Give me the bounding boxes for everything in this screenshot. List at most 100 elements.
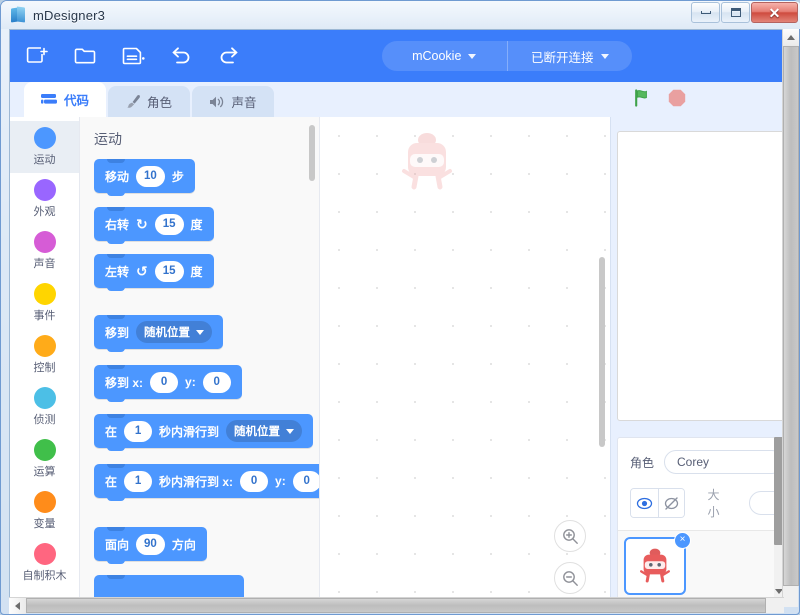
block-input-degrees[interactable]: 15: [155, 261, 184, 282]
category-events[interactable]: 事件: [10, 277, 79, 329]
block-input-degrees[interactable]: 15: [155, 214, 184, 235]
category-looks[interactable]: 外观: [10, 173, 79, 225]
block-text: y:: [275, 474, 286, 488]
eye-hidden-icon[interactable]: [658, 489, 685, 517]
block-input-y[interactable]: 0: [203, 372, 231, 393]
paintbrush-icon: [126, 94, 141, 109]
category-label: 声音: [34, 255, 56, 271]
tab-costumes[interactable]: 角色: [108, 86, 190, 117]
category-label: 控制: [34, 359, 56, 375]
tab-costumes-label: 角色: [147, 92, 172, 111]
tab-code[interactable]: 代码: [24, 82, 106, 117]
block-text: 在: [105, 473, 117, 490]
block-move-steps[interactable]: 移动 10 步: [94, 159, 195, 193]
save-icon[interactable]: [120, 43, 146, 69]
stop-button[interactable]: [667, 88, 687, 113]
category-label: 运动: [34, 151, 56, 167]
delete-sprite-icon[interactable]: ×: [674, 532, 691, 549]
device-selector-label: mCookie: [412, 49, 461, 63]
palette-scrollbar[interactable]: [309, 125, 315, 181]
window-controls: ✕: [690, 2, 798, 23]
sprite-info-panel: 角色 Corey: [617, 437, 784, 602]
block-glide-target[interactable]: 在 1 秒内滑行到 随机位置: [94, 414, 313, 448]
app-client-area: mCookie 已断开连接 代码: [9, 29, 784, 607]
category-color-dot: [34, 439, 56, 461]
tab-sounds-label: 声音: [231, 92, 256, 111]
scrollbar-thumb[interactable]: [26, 598, 766, 613]
new-file-icon[interactable]: [24, 43, 50, 69]
close-button[interactable]: ✕: [751, 2, 798, 23]
app-logo-icon: [10, 7, 26, 23]
category-label: 侦测: [34, 411, 56, 427]
category-variables[interactable]: 变量: [10, 485, 79, 537]
category-color-dot: [34, 127, 56, 149]
window-vertical-scrollbar[interactable]: [782, 29, 798, 607]
category-operators[interactable]: 运算: [10, 433, 79, 485]
chevron-down-icon: [601, 54, 609, 59]
app-toolbar: mCookie 已断开连接: [10, 30, 784, 82]
category-color-dot: [34, 387, 56, 409]
block-input-steps[interactable]: 10: [136, 166, 165, 187]
block-text: 秒内滑行到 x:: [159, 473, 233, 490]
block-input-x[interactable]: 0: [240, 471, 268, 492]
block-goto-target[interactable]: 移到 随机位置: [94, 315, 223, 349]
workspace-vertical-scrollbar[interactable]: [599, 257, 605, 447]
block-dropdown-target[interactable]: 随机位置: [136, 321, 212, 343]
connection-status-selector[interactable]: 已断开连接: [507, 41, 633, 71]
stage-canvas[interactable]: [617, 131, 784, 421]
eye-visible-icon[interactable]: [631, 489, 658, 517]
green-flag-button[interactable]: [633, 88, 653, 113]
category-label: 外观: [34, 203, 56, 219]
category-sound[interactable]: 声音: [10, 225, 79, 277]
zoom-in-button[interactable]: [554, 520, 586, 552]
connection-toolbar-group: mCookie 已断开连接: [382, 41, 632, 71]
block-dropdown-target[interactable]: 随机位置: [226, 420, 302, 442]
chevron-down-icon: [196, 330, 204, 335]
minimize-button[interactable]: [691, 2, 720, 23]
block-text: 度: [191, 216, 203, 233]
block-input-seconds[interactable]: 1: [124, 421, 152, 442]
category-control[interactable]: 控制: [10, 329, 79, 381]
code-blocks-icon: [41, 93, 58, 107]
code-workspace[interactable]: [320, 117, 610, 607]
block-glide-xy[interactable]: 在 1 秒内滑行到 x: 0 y: 0: [94, 464, 320, 498]
scroll-up-arrow-icon[interactable]: [783, 29, 799, 46]
maximize-button[interactable]: [721, 2, 750, 23]
device-selector[interactable]: mCookie: [382, 41, 507, 71]
category-motion[interactable]: 运动: [10, 121, 79, 173]
block-input-y[interactable]: 0: [293, 471, 320, 492]
speaker-icon: [209, 95, 225, 109]
sprite-thumbnail-corey[interactable]: ×: [624, 537, 686, 595]
redo-icon[interactable]: [216, 43, 242, 69]
sprite-list: ×: [618, 530, 784, 602]
window-horizontal-scrollbar[interactable]: [9, 597, 784, 613]
block-input-direction[interactable]: 90: [136, 534, 165, 555]
block-point-direction[interactable]: 面向 90 方向: [94, 527, 207, 561]
category-sensing[interactable]: 侦测: [10, 381, 79, 433]
category-my-blocks[interactable]: 自制积木: [10, 537, 79, 589]
block-dropdown-value: 随机位置: [234, 423, 280, 439]
category-color-dot: [34, 179, 56, 201]
block-text: 步: [172, 168, 184, 185]
block-input-seconds[interactable]: 1: [124, 471, 152, 492]
block-category-sidebar: 运动 外观 声音 事件 控制: [10, 117, 80, 607]
maximize-icon: [731, 8, 741, 17]
block-input-x[interactable]: 0: [150, 372, 178, 393]
open-folder-icon[interactable]: [72, 43, 98, 69]
scroll-left-arrow-icon[interactable]: [9, 598, 26, 614]
scrollbar-thumb[interactable]: [783, 46, 799, 586]
block-turn-left[interactable]: 左转 ↺ 15 度: [94, 254, 214, 288]
block-goto-xy[interactable]: 移到 x: 0 y: 0: [94, 365, 242, 399]
category-label: 自制积木: [23, 567, 67, 583]
block-turn-right[interactable]: 右转 ↻ 15 度: [94, 207, 214, 241]
block-text: 秒内滑行到: [159, 423, 219, 440]
tab-sounds[interactable]: 声音: [192, 86, 274, 117]
undo-icon[interactable]: [168, 43, 194, 69]
block-palette[interactable]: 运动 移动 10 步 右转 ↻ 15 度 左转 ↺: [80, 117, 320, 607]
chevron-down-icon: [468, 54, 476, 59]
block-text: 移到: [105, 324, 129, 341]
run-controls: [633, 88, 687, 113]
zoom-out-button[interactable]: [554, 562, 586, 594]
sprite-name-input[interactable]: Corey: [664, 450, 784, 474]
category-label: 变量: [34, 515, 56, 531]
